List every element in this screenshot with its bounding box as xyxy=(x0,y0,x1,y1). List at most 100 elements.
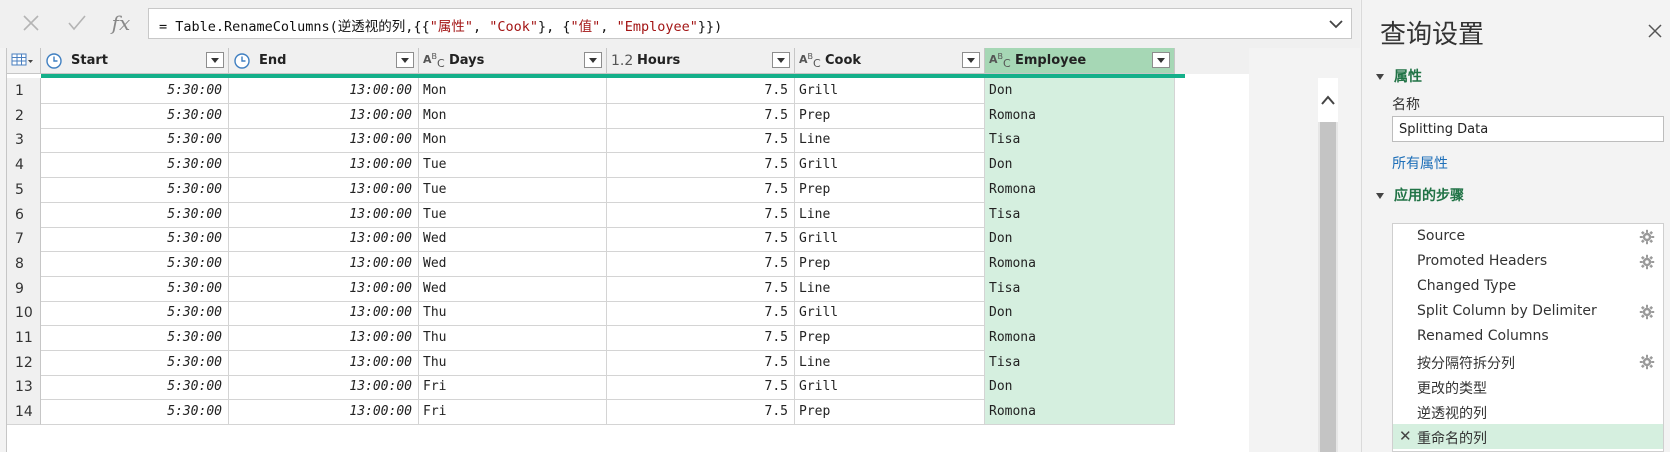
cell-start[interactable]: 5:30:00 xyxy=(41,300,229,327)
cell-days[interactable]: Tue xyxy=(419,176,607,203)
cell-employee[interactable]: Tisa xyxy=(985,127,1175,154)
applied-step[interactable]: 更改的类型 xyxy=(1393,374,1663,399)
row-number[interactable]: 8 xyxy=(7,250,41,277)
cell-end[interactable]: 13:00:00 xyxy=(229,325,419,351)
filter-dropdown-icon[interactable] xyxy=(772,52,790,68)
cell-cook[interactable]: Prep xyxy=(795,102,985,129)
time-type-icon[interactable] xyxy=(233,52,255,70)
cell-end[interactable]: 13:00:00 xyxy=(229,201,419,228)
row-number[interactable]: 4 xyxy=(7,152,41,179)
time-type-icon[interactable] xyxy=(45,52,67,70)
cell-end[interactable]: 13:00:00 xyxy=(229,275,419,302)
cell-end[interactable]: 13:00:00 xyxy=(229,250,419,277)
filter-dropdown-icon[interactable] xyxy=(962,52,980,68)
cell-hours[interactable]: 7.5 xyxy=(607,399,795,426)
all-properties-link[interactable]: 所有属性 xyxy=(1392,153,1448,173)
cell-start[interactable]: 5:30:00 xyxy=(41,325,229,351)
applied-step[interactable]: Renamed Columns xyxy=(1393,324,1663,349)
gear-icon[interactable] xyxy=(1639,254,1655,270)
cell-employee[interactable]: Romona xyxy=(985,399,1175,426)
cell-days[interactable]: Mon xyxy=(419,127,607,154)
cell-cook[interactable]: Grill xyxy=(795,78,985,104)
row-number[interactable]: 1 xyxy=(7,78,41,104)
cell-days[interactable]: Mon xyxy=(419,78,607,104)
text-type-icon[interactable]: ABC xyxy=(423,52,445,70)
cell-start[interactable]: 5:30:00 xyxy=(41,226,229,253)
cell-employee[interactable]: Tisa xyxy=(985,349,1175,376)
delete-step-icon[interactable]: ✕ xyxy=(1399,427,1412,445)
cell-employee[interactable]: Don xyxy=(985,300,1175,327)
cell-end[interactable]: 13:00:00 xyxy=(229,300,419,327)
row-number[interactable]: 7 xyxy=(7,226,41,253)
cell-cook[interactable]: Prep xyxy=(795,325,985,351)
cell-employee[interactable]: Romona xyxy=(985,250,1175,277)
cell-hours[interactable]: 7.5 xyxy=(607,127,795,154)
cell-cook[interactable]: Grill xyxy=(795,374,985,401)
cell-days[interactable]: Wed xyxy=(419,275,607,302)
cell-start[interactable]: 5:30:00 xyxy=(41,78,229,104)
cell-days[interactable]: Fri xyxy=(419,399,607,426)
cell-hours[interactable]: 7.5 xyxy=(607,275,795,302)
row-number[interactable]: 2 xyxy=(7,102,41,129)
row-number[interactable]: 12 xyxy=(7,349,41,376)
row-number[interactable]: 10 xyxy=(7,300,41,327)
cell-hours[interactable]: 7.5 xyxy=(607,300,795,327)
row-number[interactable]: 9 xyxy=(7,275,41,302)
cell-end[interactable]: 13:00:00 xyxy=(229,176,419,203)
cell-employee[interactable]: Romona xyxy=(985,176,1175,203)
filter-dropdown-icon[interactable] xyxy=(396,52,414,68)
cell-start[interactable]: 5:30:00 xyxy=(41,275,229,302)
scroll-up-button[interactable] xyxy=(1318,78,1338,122)
cell-employee[interactable]: Tisa xyxy=(985,201,1175,228)
properties-section-header[interactable]: 属性 xyxy=(1376,66,1422,86)
insert-function-button[interactable]: fx xyxy=(104,8,138,38)
cell-cook[interactable]: Line xyxy=(795,349,985,376)
cell-employee[interactable]: Tisa xyxy=(985,275,1175,302)
cell-cook[interactable]: Line xyxy=(795,127,985,154)
cell-start[interactable]: 5:30:00 xyxy=(41,250,229,277)
cell-days[interactable]: Wed xyxy=(419,250,607,277)
column-header-start[interactable]: Start xyxy=(41,48,229,74)
applied-step[interactable]: Changed Type xyxy=(1393,274,1663,299)
cell-days[interactable]: Mon xyxy=(419,102,607,129)
cell-start[interactable]: 5:30:00 xyxy=(41,176,229,203)
cell-days[interactable]: Tue xyxy=(419,152,607,179)
column-header-cook[interactable]: A B C Cook xyxy=(795,48,985,74)
cell-end[interactable]: 13:00:00 xyxy=(229,127,419,154)
cell-days[interactable]: Thu xyxy=(419,300,607,327)
column-header-hours[interactable]: 1.2 Hours xyxy=(607,48,795,74)
cell-days[interactable]: Fri xyxy=(419,374,607,401)
cell-hours[interactable]: 7.5 xyxy=(607,201,795,228)
cell-days[interactable]: Tue xyxy=(419,201,607,228)
row-number[interactable]: 14 xyxy=(7,399,41,426)
applied-step[interactable]: 逆透视的列 xyxy=(1393,399,1663,424)
cell-employee[interactable]: Romona xyxy=(985,325,1175,351)
table-menu-button[interactable] xyxy=(7,48,41,74)
commit-formula-button[interactable] xyxy=(60,8,94,38)
cell-days[interactable]: Wed xyxy=(419,226,607,253)
cell-hours[interactable]: 7.5 xyxy=(607,349,795,376)
cell-cook[interactable]: Prep xyxy=(795,399,985,426)
cell-start[interactable]: 5:30:00 xyxy=(41,127,229,154)
formula-input[interactable]: = Table.RenameColumns(逆透视的列,{{"属性", "Coo… xyxy=(148,8,1352,39)
vertical-scrollbar[interactable] xyxy=(1318,78,1338,452)
applied-step[interactable]: Promoted Headers xyxy=(1393,249,1663,274)
applied-step[interactable]: ✕ 重命名的列 xyxy=(1393,424,1663,449)
row-number[interactable]: 11 xyxy=(7,325,41,351)
applied-step[interactable]: Split Column by Delimiter xyxy=(1393,299,1663,324)
applied-steps-section-header[interactable]: 应用的步骤 xyxy=(1376,185,1464,205)
cell-hours[interactable]: 7.5 xyxy=(607,250,795,277)
cell-start[interactable]: 5:30:00 xyxy=(41,201,229,228)
cancel-formula-button[interactable] xyxy=(14,8,48,38)
applied-step[interactable]: Source xyxy=(1393,224,1663,249)
cell-cook[interactable]: Grill xyxy=(795,226,985,253)
cell-end[interactable]: 13:00:00 xyxy=(229,349,419,376)
cell-employee[interactable]: Don xyxy=(985,78,1175,104)
row-number[interactable]: 5 xyxy=(7,176,41,203)
cell-start[interactable]: 5:30:00 xyxy=(41,102,229,129)
cell-cook[interactable]: Grill xyxy=(795,300,985,327)
cell-end[interactable]: 13:00:00 xyxy=(229,78,419,104)
text-type-icon[interactable]: ABC xyxy=(989,52,1011,70)
cell-start[interactable]: 5:30:00 xyxy=(41,349,229,376)
cell-cook[interactable]: Grill xyxy=(795,152,985,179)
